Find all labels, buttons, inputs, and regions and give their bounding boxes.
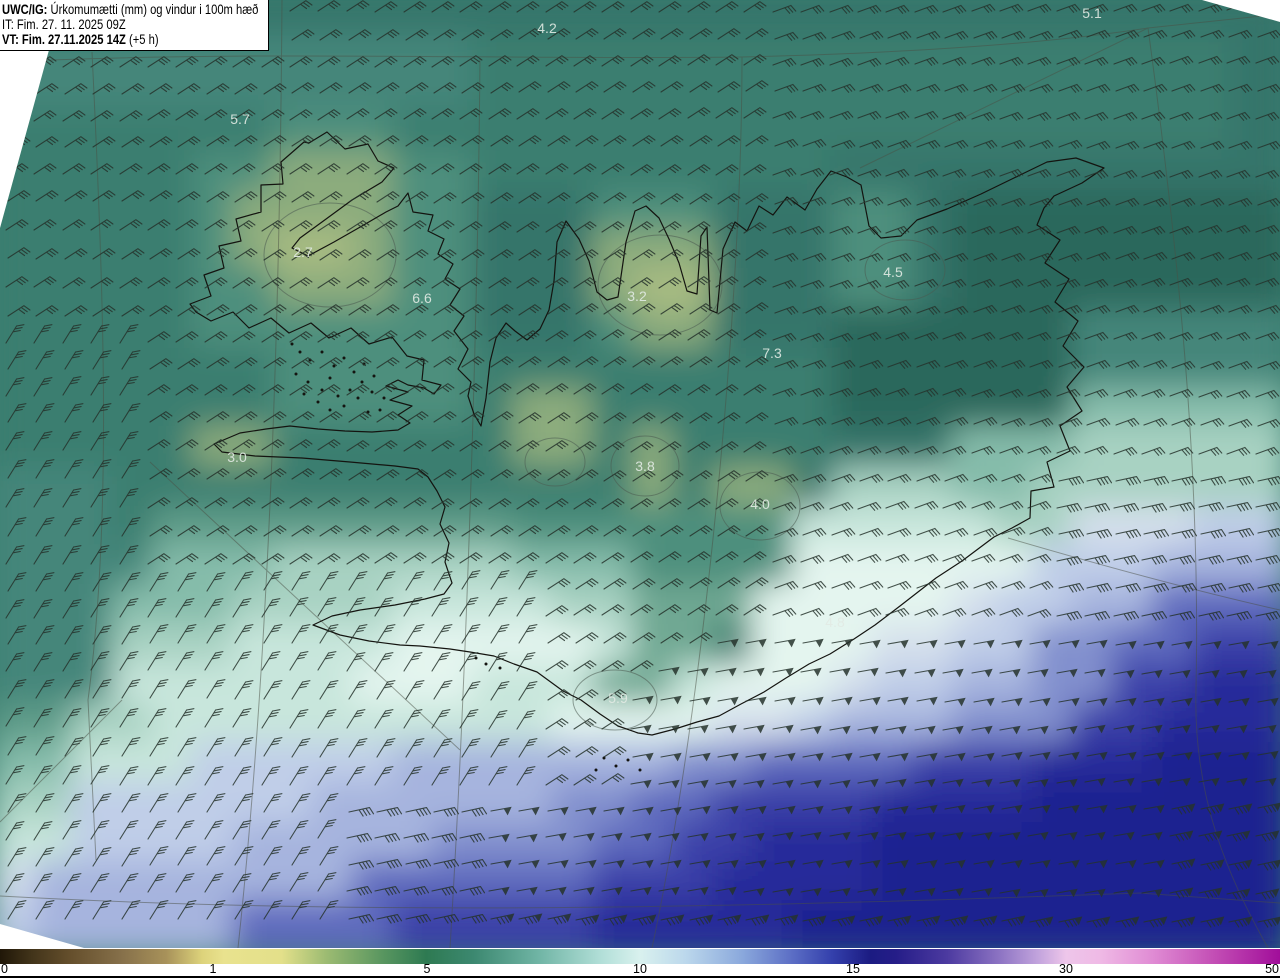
svg-text:4.2: 4.2	[537, 20, 557, 36]
svg-text:6.6: 6.6	[412, 290, 432, 306]
svg-text:3.2: 3.2	[627, 288, 647, 304]
svg-text:2.7: 2.7	[293, 244, 313, 260]
svg-text:5.9: 5.9	[608, 690, 628, 706]
svg-text:4.0: 4.0	[750, 496, 770, 512]
svg-text:7.3: 7.3	[762, 345, 782, 361]
svg-text:5.1: 5.1	[1082, 5, 1102, 21]
svg-text:4.5: 4.5	[883, 264, 903, 280]
svg-text:4.8: 4.8	[825, 614, 845, 630]
svg-text:3.8: 3.8	[635, 458, 655, 474]
svg-text:5.7: 5.7	[230, 111, 250, 127]
svg-text:3.0: 3.0	[227, 449, 247, 465]
